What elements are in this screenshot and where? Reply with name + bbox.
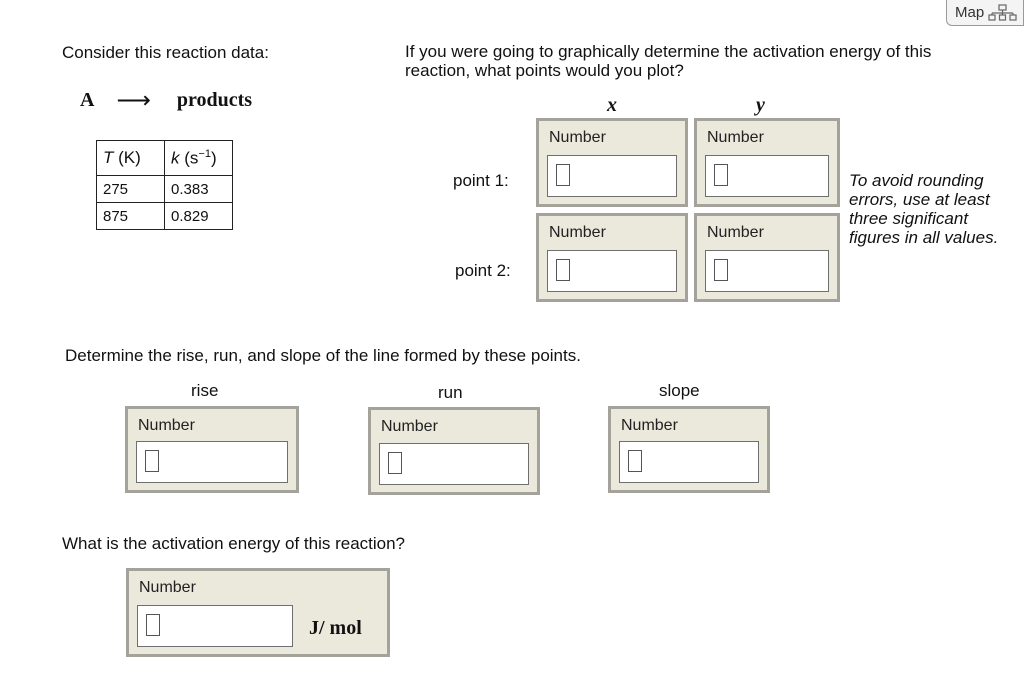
reaction-data-table: T (K) k (s−1) 275 0.383 875 0.829 [96, 140, 233, 230]
slope-label: slope [659, 381, 700, 400]
text-cursor-icon [556, 164, 570, 186]
number-label: Number [621, 417, 678, 434]
map-icon [988, 3, 1017, 21]
text-cursor-icon [388, 452, 402, 474]
text-cursor-icon [556, 259, 570, 281]
product: products [176, 89, 253, 111]
point1-y-input[interactable] [705, 155, 829, 197]
activation-energy-input[interactable] [137, 605, 293, 647]
number-label: Number [138, 417, 195, 434]
point1-y-box: Number [694, 118, 840, 207]
number-label: Number [381, 418, 438, 435]
rise-label: rise [191, 381, 219, 400]
table-cell: 0.829 [164, 202, 233, 230]
point2-y-input[interactable] [705, 250, 829, 292]
reaction-arrow-icon: ⟶ [116, 88, 151, 114]
point1-label: point 1: [453, 171, 509, 190]
run-box: Number [368, 407, 540, 495]
y-header: y [756, 94, 765, 116]
reaction-equation: A ⟶ products [80, 86, 252, 115]
slope-box: Number [608, 406, 770, 493]
activation-energy-box: Number J/ mol [126, 568, 390, 657]
col-header-temperature: T (K) [96, 140, 165, 176]
question1-text: If you were going to graphically determi… [405, 42, 932, 80]
run-input[interactable] [379, 443, 529, 485]
col-header-rate-constant: k (s−1) [164, 140, 233, 176]
point1-x-box: Number [536, 118, 688, 207]
text-cursor-icon [628, 450, 642, 472]
rise-box: Number [125, 406, 299, 493]
table-cell: 275 [96, 175, 165, 203]
table-row: 275 0.383 [96, 175, 233, 203]
point2-x-box: Number [536, 213, 688, 302]
rounding-hint: To avoid rounding errors, use at least t… [849, 171, 999, 247]
run-label: run [438, 383, 463, 402]
table-row: 875 0.829 [96, 202, 233, 230]
point2-x-input[interactable] [547, 250, 677, 292]
number-label: Number [139, 579, 196, 596]
energy-unit: J/ mol [309, 617, 362, 639]
point2-y-box: Number [694, 213, 840, 302]
rise-input[interactable] [136, 441, 288, 483]
question2-text: Determine the rise, run, and slope of th… [65, 346, 581, 365]
number-label: Number [707, 129, 764, 146]
x-header: x [607, 94, 617, 116]
text-cursor-icon [714, 164, 728, 186]
table-cell: 875 [96, 202, 165, 230]
text-cursor-icon [714, 259, 728, 281]
number-label: Number [549, 224, 606, 241]
map-button[interactable]: Map [946, 0, 1024, 26]
text-cursor-icon [145, 450, 159, 472]
table-header-row: T (K) k (s−1) [96, 140, 233, 176]
number-label: Number [707, 224, 764, 241]
slope-input[interactable] [619, 441, 759, 483]
map-button-label: Map [955, 4, 985, 21]
point2-label: point 2: [455, 261, 511, 280]
text-cursor-icon [146, 614, 160, 636]
number-label: Number [549, 129, 606, 146]
question3-text: What is the activation energy of this re… [62, 534, 406, 553]
table-cell: 0.383 [164, 175, 233, 203]
point1-x-input[interactable] [547, 155, 677, 197]
intro-text: Consider this reaction data: [62, 43, 269, 62]
reactant: A [80, 89, 95, 111]
